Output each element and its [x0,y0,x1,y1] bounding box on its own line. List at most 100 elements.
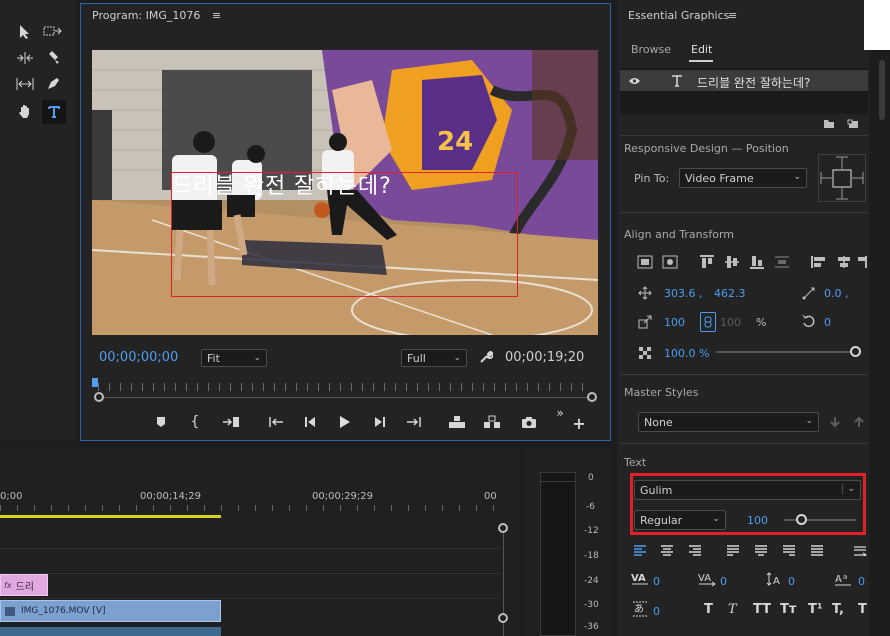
faux-italic-button[interactable]: T [728,602,737,617]
pen-tool-icon[interactable] [42,74,64,94]
position-x-value[interactable]: 303.6 , [664,287,702,300]
justify-last-center-icon[interactable] [752,542,770,558]
leading-value[interactable]: 0 [788,575,795,588]
opacity-slider-thumb[interactable] [850,346,861,357]
panel-scrollbar[interactable] [879,60,885,120]
font-style-dropdown[interactable]: Regular ⌄ [634,510,726,530]
tab-browse[interactable]: Browse [631,43,671,56]
position-y-value[interactable]: 462.3 [714,287,746,300]
current-timecode[interactable]: 00;00;00;00 [99,350,178,365]
video-frame[interactable]: 24 드리블 완전 잘하는데? [92,50,598,335]
pin-to-dropdown[interactable]: Video Frame ⌄ [679,168,807,188]
text-align-center-icon[interactable] [658,542,676,558]
constrain-proportions-link-icon[interactable] [700,312,716,332]
anchor-x-value[interactable]: 0.0 , [824,287,849,300]
section-divider [620,212,868,213]
slip-tool-icon[interactable] [14,74,36,94]
opacity-slider[interactable] [716,345,861,359]
align-vertical-center-frame-icon[interactable] [661,253,679,271]
superscript-button[interactable]: T¹ [808,602,823,617]
align-top-icon[interactable] [698,253,716,271]
audio-clip[interactable] [0,627,221,636]
timeline-scroll-handle-top[interactable] [498,523,508,533]
text-direction-icon[interactable] [852,542,868,558]
justify-all-icon[interactable] [808,542,826,558]
eye-visibility-icon[interactable] [626,74,642,88]
font-size-slider-thumb[interactable] [796,514,808,525]
play-icon[interactable] [335,411,355,433]
opacity-value[interactable]: 100.0 % [664,347,709,360]
in-point-handle[interactable] [94,392,104,402]
razor-tool-icon[interactable] [42,48,64,68]
playback-resolution-dropdown[interactable]: Full ⌄ [401,349,467,367]
align-vertical-center-icon[interactable] [723,253,741,271]
mark-out-icon[interactable] [220,413,242,431]
align-bottom-icon[interactable] [748,253,766,271]
panel-menu-icon[interactable]: ≡ [212,9,221,22]
step-back-icon[interactable] [300,413,320,431]
tsume-value[interactable]: 0 [653,605,660,618]
out-point-handle[interactable] [587,392,597,402]
pin-position-widget[interactable] [818,154,866,202]
baseline-shift-value[interactable]: 0 [858,575,865,588]
font-size-value[interactable]: 100 [747,514,768,527]
selection-tool-icon[interactable] [14,22,36,42]
go-to-out-icon[interactable] [403,413,425,431]
new-folder-icon[interactable] [822,117,836,131]
text-align-left-icon[interactable] [631,542,649,558]
ripple-edit-tool-icon[interactable] [14,48,36,68]
overlay-caption[interactable]: 드리블 완전 잘하는데? [172,168,392,200]
align-horizontal-center-frame-icon[interactable] [636,253,654,271]
audio-meter-label-4: -24 [584,576,599,586]
font-size-slider[interactable] [784,513,856,527]
monitor-scrub-track[interactable] [98,397,592,398]
underline-button[interactable]: T [858,602,867,617]
svg-text:あ: あ [634,603,644,615]
type-tool-icon[interactable] [42,100,66,124]
export-frame-camera-icon[interactable] [518,412,540,432]
master-styles-dropdown[interactable]: None ⌄ [638,412,819,432]
monitor-time-ruler[interactable] [98,383,592,391]
video-clip[interactable]: IMG_1076.MOV [V] [0,600,221,622]
essential-graphics-title[interactable]: Essential Graphics [628,9,729,22]
distribute-vertical-icon[interactable] [773,253,791,271]
program-monitor-tab[interactable]: Program: IMG_1076 ≡ [92,9,221,22]
rotation-value[interactable]: 0 [824,316,831,329]
kerning-value[interactable]: 0 [653,575,660,588]
tab-edit[interactable]: Edit [691,43,712,56]
push-style-up-icon[interactable] [852,414,866,430]
step-forward-icon[interactable] [370,413,390,431]
work-area-bar[interactable] [0,515,221,518]
align-left-icon[interactable] [810,253,828,271]
text-align-right-icon[interactable] [686,542,704,558]
add-marker-icon[interactable] [152,413,170,431]
extract-icon[interactable] [481,412,503,432]
go-to-in-icon[interactable] [265,413,287,431]
subscript-button[interactable]: T, [832,602,844,617]
new-layer-icon[interactable] [846,117,860,131]
settings-wrench-icon[interactable] [478,348,494,366]
faux-bold-button[interactable]: T [704,602,713,617]
section-divider [620,443,868,444]
zoom-fit-dropdown[interactable]: Fit ⌄ [201,349,267,367]
hand-tool-icon[interactable] [14,100,36,122]
justify-last-left-icon[interactable] [724,542,742,558]
push-style-down-icon[interactable] [828,414,842,430]
panel-menu-icon[interactable]: ≡ [728,9,737,22]
mark-in-icon[interactable]: { [186,413,204,431]
align-horizontal-center-icon[interactable] [835,253,853,271]
button-editor-plus-icon[interactable]: + [571,414,587,433]
align-right-icon[interactable] [856,253,868,271]
timeline-time-ruler[interactable] [0,505,500,511]
small-caps-button[interactable]: Tт [780,602,796,617]
track-select-tool-icon[interactable] [42,22,64,42]
justify-last-right-icon[interactable] [780,542,798,558]
tracking-value[interactable]: 0 [720,575,727,588]
graphic-clip[interactable]: fx 드리 [0,574,48,596]
timeline-scroll-handle-bottom[interactable] [498,613,508,623]
lift-icon[interactable] [446,412,468,432]
scale-value[interactable]: 100 [664,316,685,329]
more-controls-chevron-icon[interactable]: » [552,406,568,420]
font-family-dropdown[interactable]: Gulim ⌄ [634,480,861,500]
all-caps-button[interactable]: TT [753,602,771,617]
